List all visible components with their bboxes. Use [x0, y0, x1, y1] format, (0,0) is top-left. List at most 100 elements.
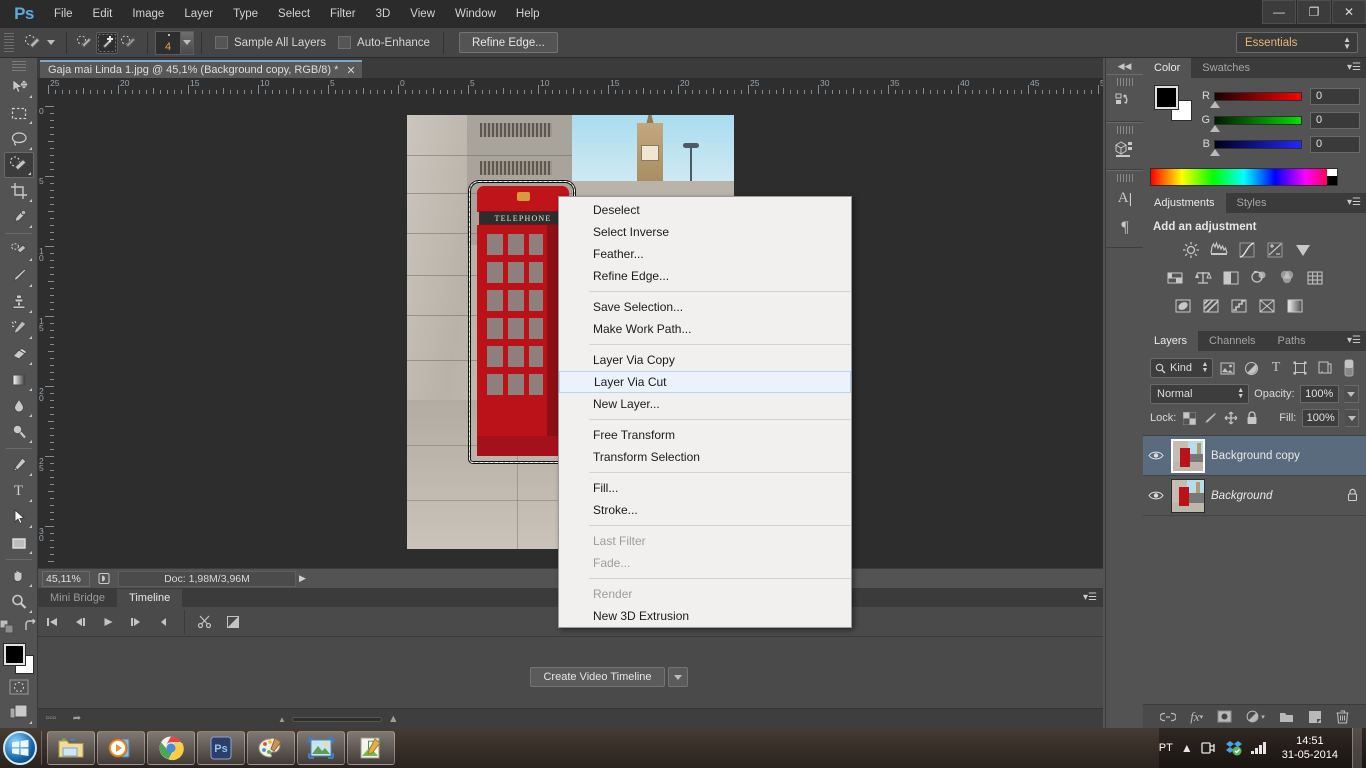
tab-adjustments[interactable]: Adjustments: [1143, 193, 1226, 213]
layer-row[interactable]: Background: [1143, 476, 1366, 516]
convert-to-frame-animation-icon[interactable]: ▫▫▫: [38, 709, 64, 729]
tab-styles[interactable]: Styles: [1226, 193, 1278, 213]
add-to-selection-button[interactable]: [96, 31, 118, 54]
google-chrome-icon[interactable]: [147, 731, 195, 765]
filter-shape-layers-icon[interactable]: [1290, 358, 1310, 378]
chevron-down-icon[interactable]: [47, 40, 55, 45]
invert-icon[interactable]: [1171, 295, 1195, 317]
gradient-map-icon[interactable]: [1283, 295, 1307, 317]
new-group-icon[interactable]: [1279, 711, 1294, 723]
brush-size-field[interactable]: 4: [155, 30, 181, 55]
pen-tool[interactable]: [4, 452, 34, 478]
blue-value[interactable]: 0: [1310, 135, 1360, 153]
close-button[interactable]: ✕: [1332, 0, 1366, 24]
panel-grip[interactable]: [1116, 78, 1133, 86]
document-tab[interactable]: Gaja mai Linda 1.jpg @ 45,1% (Background…: [40, 60, 362, 78]
rectangular-marquee-tool[interactable]: [4, 100, 34, 126]
new-selection-button[interactable]: [74, 32, 96, 54]
lasso-tool[interactable]: [4, 126, 34, 152]
clone-stamp-tool[interactable]: [4, 289, 34, 315]
photoshop-icon[interactable]: Ps: [197, 731, 245, 765]
fx-icon[interactable]: fx ▾: [1190, 709, 1203, 725]
color-spectrum-ramp[interactable]: [1150, 168, 1338, 186]
minimize-button[interactable]: —: [1262, 0, 1296, 24]
tab-swatches[interactable]: Swatches: [1191, 58, 1261, 78]
menu-edit[interactable]: Edit: [83, 0, 123, 28]
status-bar-menu-arrow[interactable]: ▶: [299, 573, 306, 584]
type-tool[interactable]: T: [4, 478, 34, 504]
filter-kind-select[interactable]: Kind ▲ ▼: [1150, 358, 1214, 378]
panel-menu-icon[interactable]: ▾☰: [1347, 197, 1361, 208]
language-indicator[interactable]: PT: [1159, 742, 1173, 754]
menu-layer[interactable]: Layer: [174, 0, 223, 28]
link-icon[interactable]: [1160, 712, 1177, 722]
audio-toggle-button[interactable]: [150, 608, 178, 636]
context-menu-item[interactable]: Save Selection...: [559, 296, 851, 318]
layer-row[interactable]: Background copy: [1143, 436, 1366, 476]
go-to-first-frame-button[interactable]: [38, 608, 66, 636]
hue-saturation-icon[interactable]: [1163, 267, 1187, 289]
filter-adjustment-layers-icon[interactable]: [1242, 358, 1262, 378]
zoom-in-icon[interactable]: ▲: [388, 713, 399, 725]
context-menu-item[interactable]: Feather...: [559, 243, 851, 265]
timeline-zoom-slider[interactable]: [291, 716, 382, 722]
create-video-timeline-button[interactable]: Create Video Timeline: [530, 667, 665, 687]
menu-file[interactable]: File: [44, 0, 83, 28]
swap-colors-icon[interactable]: [23, 618, 39, 640]
menu-select[interactable]: Select: [268, 0, 320, 28]
close-icon[interactable]: ✕: [346, 64, 355, 77]
lock-position-icon[interactable]: [1224, 410, 1239, 427]
show-desktop-button[interactable]: [1352, 728, 1362, 768]
checkbox-box[interactable]: [338, 36, 352, 49]
paragraph-icon[interactable]: ¶: [1106, 213, 1144, 243]
photo-filter-icon[interactable]: [1247, 267, 1271, 289]
screen-mode-button[interactable]: [4, 700, 34, 726]
filter-smart-objects-icon[interactable]: [1314, 358, 1334, 378]
tool-preset-picker[interactable]: [18, 32, 59, 54]
fill-dropdown[interactable]: [1345, 409, 1360, 427]
tab-mini-bridge[interactable]: Mini Bridge: [38, 589, 117, 607]
blend-mode-select[interactable]: Normal ▲ ▼: [1150, 384, 1250, 404]
timeline-zoom-control[interactable]: ▲ ▲: [278, 713, 399, 725]
render-video-icon[interactable]: ➦: [64, 709, 90, 729]
eraser-tool[interactable]: [4, 341, 34, 367]
next-frame-button[interactable]: [122, 608, 150, 636]
adjustment-layer-icon[interactable]: ▾: [1246, 710, 1265, 723]
tab-layers[interactable]: Layers: [1143, 331, 1199, 351]
context-menu-item[interactable]: Select Inverse: [559, 221, 851, 243]
selection-context-menu[interactable]: Deselect Select Inverse Feather... Refine E…: [558, 196, 852, 628]
layer-thumbnail[interactable]: [1171, 478, 1205, 513]
spot-healing-brush-tool[interactable]: [4, 237, 34, 263]
eyedropper-tool[interactable]: [4, 204, 34, 230]
refine-edge-button[interactable]: Refine Edge...: [458, 32, 558, 53]
panel-menu-icon[interactable]: ▾☰: [1347, 62, 1361, 73]
toolbox-grip[interactable]: [11, 61, 26, 71]
brush-tool[interactable]: [4, 263, 34, 289]
previous-frame-button[interactable]: [66, 608, 94, 636]
brightness-contrast-icon[interactable]: [1179, 239, 1203, 261]
context-menu-item[interactable]: Make Work Path...: [559, 318, 851, 340]
delete-layer-icon[interactable]: [1336, 709, 1349, 724]
menu-view[interactable]: View: [400, 0, 445, 28]
windows-explorer-icon[interactable]: [47, 731, 95, 765]
split-clip-button[interactable]: [191, 608, 219, 636]
panel-menu-icon[interactable]: ▾☰: [1347, 335, 1361, 346]
context-menu-item[interactable]: New 3D Extrusion: [559, 605, 851, 627]
curves-icon[interactable]: [1235, 239, 1259, 261]
eye-icon[interactable]: [1147, 450, 1165, 461]
panel-grip[interactable]: [1116, 126, 1133, 134]
layer-thumbnail[interactable]: [1171, 438, 1205, 473]
restore-button[interactable]: ❐: [1297, 0, 1331, 24]
move-tool[interactable]: [4, 74, 34, 100]
layer-name[interactable]: Background: [1211, 490, 1341, 502]
power-plug-icon[interactable]: [1201, 740, 1217, 756]
network-signal-icon[interactable]: [1250, 741, 1268, 755]
tab-paths[interactable]: Paths: [1267, 331, 1317, 351]
workspace-selector[interactable]: Essentials ▲ ▼: [1236, 32, 1358, 53]
crop-tool[interactable]: [4, 178, 34, 204]
slider-thumb[interactable]: [1210, 124, 1220, 132]
threshold-icon[interactable]: [1227, 295, 1251, 317]
context-menu-item[interactable]: New Layer...: [559, 393, 851, 415]
vibrance-icon[interactable]: [1291, 239, 1315, 261]
filter-toggle-switch[interactable]: [1339, 358, 1359, 378]
